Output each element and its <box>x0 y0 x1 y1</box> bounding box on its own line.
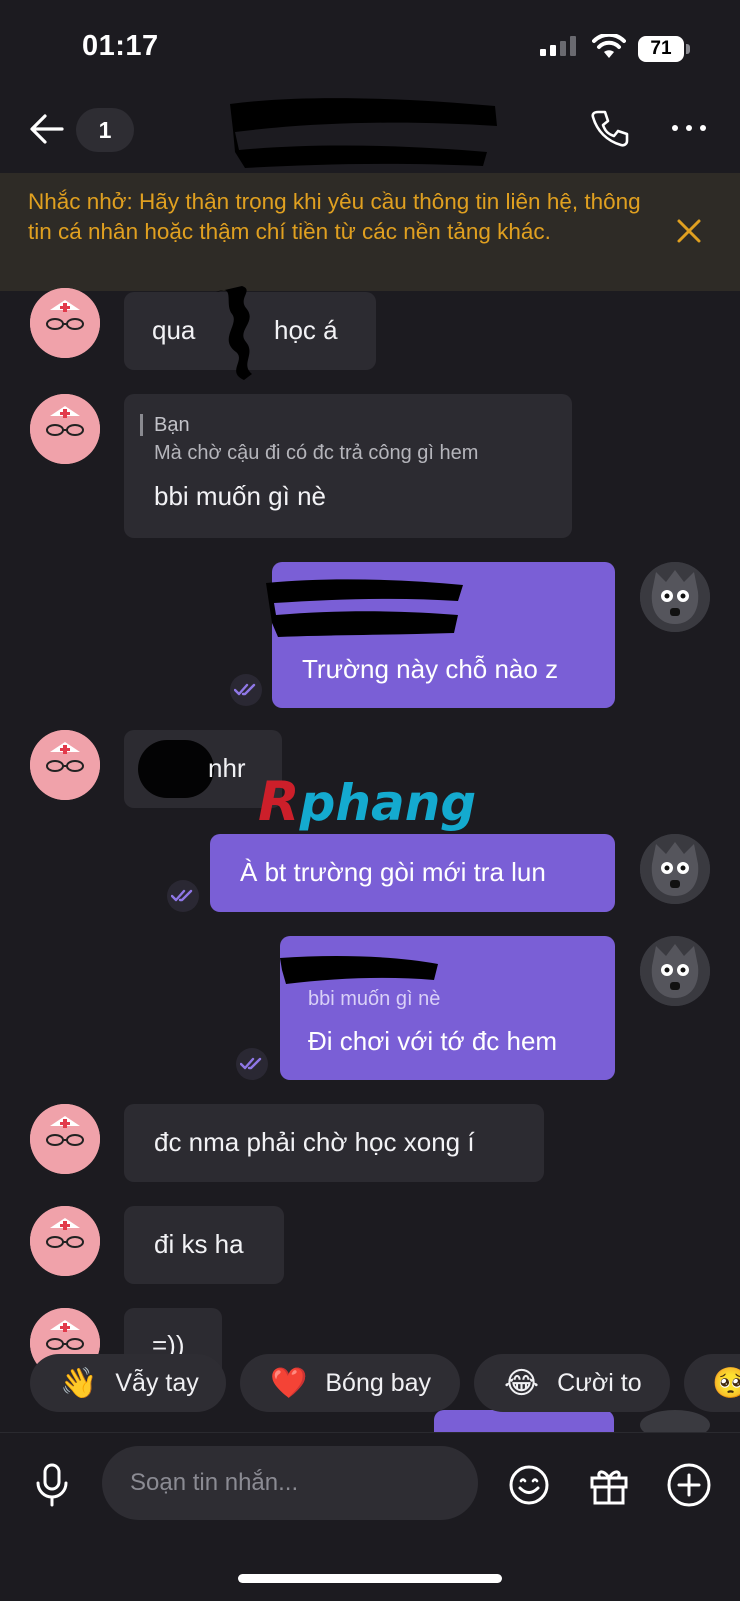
laugh-emoji-icon: 😂 <box>504 1366 540 1400</box>
signal-icon <box>540 36 576 56</box>
quick-reaction-label: Vẫy tay <box>115 1368 199 1397</box>
watermark-letter: R <box>258 770 300 833</box>
more-button[interactable] <box>672 125 706 131</box>
voice-message-button[interactable] <box>32 1462 72 1513</box>
contact-avatar[interactable] <box>30 730 100 800</box>
message-bubble-incoming[interactable]: đi ks ha <box>124 1206 284 1284</box>
message-bubble-incoming[interactable]: qua học á <box>124 286 376 380</box>
redaction-scribble <box>216 286 252 380</box>
redacted-contact-name <box>225 92 505 170</box>
reply-quote-text: Mà chờ cậu đi có đc trả công gì hem <box>154 442 479 464</box>
gift-icon <box>590 1470 628 1505</box>
contact-avatar[interactable] <box>30 288 100 358</box>
battery-level: 71 <box>650 38 672 59</box>
smiley-icon <box>509 1465 549 1505</box>
pleading-emoji-icon: 🥺 <box>712 1366 740 1400</box>
call-button[interactable] <box>590 108 630 153</box>
wifi-icon <box>592 32 626 65</box>
seen-indicator <box>167 880 199 912</box>
add-attachment-button[interactable] <box>666 1462 712 1513</box>
double-check-icon <box>240 1057 262 1070</box>
message-text: À bt trường gòi mới tra lun <box>240 857 546 887</box>
message-text: Đi chơi với tớ đc hem <box>308 1026 558 1056</box>
battery-indicator: 71 <box>638 36 684 62</box>
phone-icon <box>591 110 629 147</box>
watermark-logo: Rphang <box>258 770 476 833</box>
message-input[interactable] <box>102 1446 478 1520</box>
seen-indicator <box>236 1048 268 1080</box>
double-check-icon <box>234 683 256 696</box>
heart-emoji-icon: ❤️ <box>270 1366 308 1400</box>
quick-reaction-heart[interactable]: ❤️ Bóng bay <box>240 1354 460 1412</box>
quick-reaction-pleading[interactable]: 🥺 <box>684 1354 740 1412</box>
microphone-icon <box>36 1463 68 1507</box>
message-text: nhr <box>208 753 246 783</box>
watermark-word: phang <box>299 774 477 832</box>
banner-close-button[interactable] <box>676 218 702 249</box>
message-text: Trường này chỗ nào z <box>302 654 559 684</box>
back-button[interactable] <box>28 110 66 153</box>
message-text: đc nma phải chờ học xong í <box>154 1127 475 1157</box>
redacted-reply-author <box>280 956 438 984</box>
redacted-reply-quote <box>266 579 463 637</box>
quick-reaction-laugh[interactable]: 😂 Cười to <box>474 1354 670 1412</box>
message-text-part: học á <box>274 315 338 345</box>
quick-reaction-wave[interactable]: 👋 Vẫy tay <box>30 1354 226 1412</box>
status-time: 01:17 <box>82 30 159 62</box>
redaction-blot <box>138 740 214 798</box>
gift-button[interactable] <box>588 1464 630 1511</box>
close-icon <box>677 219 701 243</box>
contact-avatar[interactable] <box>30 1104 100 1174</box>
my-avatar[interactable] <box>640 936 710 1006</box>
sticker-button[interactable] <box>508 1464 550 1511</box>
wave-emoji-icon: 👋 <box>60 1366 98 1400</box>
double-check-icon <box>171 889 193 902</box>
message-text: bbi muốn gì nè <box>154 481 327 511</box>
my-avatar[interactable] <box>640 562 710 632</box>
arrow-left-icon <box>30 114 64 144</box>
quick-reaction-label: Cười to <box>557 1368 642 1397</box>
contact-avatar[interactable] <box>30 1206 100 1276</box>
reply-author: Bạn <box>154 414 190 436</box>
home-indicator <box>238 1574 502 1583</box>
message-text-part: qua <box>152 315 196 345</box>
contact-avatar[interactable] <box>30 394 100 464</box>
my-avatar[interactable] <box>640 834 710 904</box>
seen-indicator <box>230 674 262 706</box>
plus-circle-icon <box>667 1463 711 1507</box>
safety-warning-text: Nhắc nhở: Hãy thận trọng khi yêu cầu thô… <box>28 189 641 244</box>
reply-quote-bar <box>140 414 143 436</box>
message-bubble-incoming[interactable]: Bạn Mà chờ cậu đi có đc trả công gì hem … <box>124 394 572 538</box>
message-bubble-incoming[interactable]: đc nma phải chờ học xong í <box>124 1104 544 1182</box>
reply-quote-text: bbi muốn gì nè <box>308 988 441 1010</box>
battery-tip <box>686 44 690 54</box>
quick-reaction-label: Bóng bay <box>325 1368 431 1397</box>
message-text: đi ks ha <box>154 1229 244 1259</box>
unread-count-badge[interactable]: 1 <box>76 108 134 152</box>
message-bubble-outgoing[interactable]: À bt trường gòi mới tra lun <box>210 834 615 912</box>
